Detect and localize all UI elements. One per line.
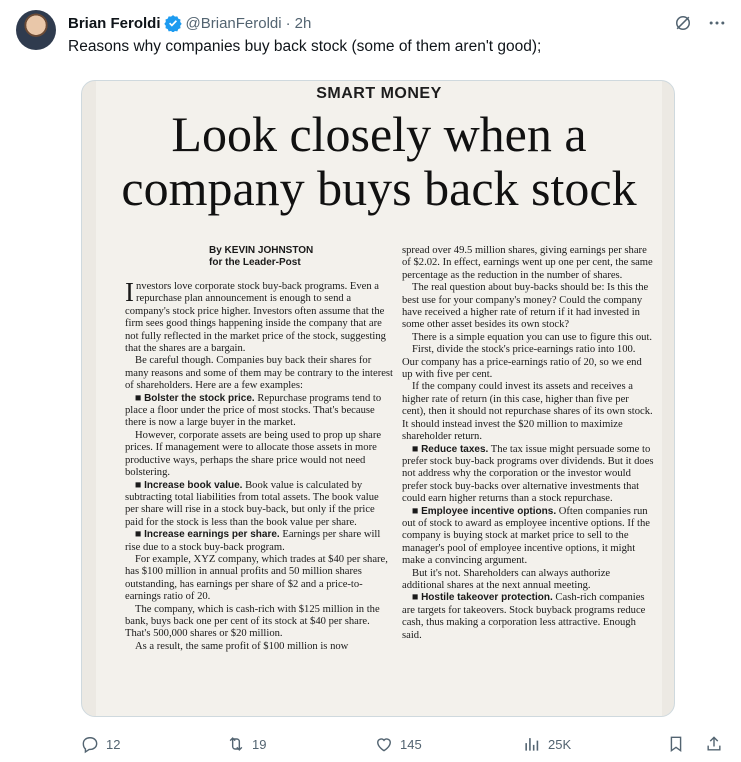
grok-icon[interactable] bbox=[673, 13, 693, 33]
headline-line-2: company buys back stock bbox=[121, 160, 637, 216]
share-button[interactable] bbox=[704, 734, 724, 754]
paragraph: First, divide the stock's price-earnings… bbox=[402, 344, 642, 381]
paragraph: As a result, the same profit of $100 mil… bbox=[135, 640, 349, 652]
paragraph: Be careful though. Companies buy back th… bbox=[125, 355, 393, 392]
like-icon bbox=[377, 738, 391, 752]
paragraph: ■ Reduce taxes. The tax issue might pers… bbox=[402, 443, 654, 505]
paragraph: ■ Increase book value. Book value is cal… bbox=[125, 479, 379, 528]
more-icon[interactable] bbox=[707, 13, 727, 33]
views-icon bbox=[525, 738, 539, 751]
byline: By KEVIN JOHNSTON for the Leader-Post bbox=[125, 245, 393, 269]
like-count: 145 bbox=[400, 736, 422, 752]
paragraph: ■ Bolster the stock price. Repurchase pr… bbox=[125, 392, 382, 429]
reply-button[interactable]: 12 bbox=[80, 734, 120, 754]
share-icon bbox=[707, 736, 721, 751]
headline-line-1: Look closely when a bbox=[171, 106, 587, 162]
avatar[interactable] bbox=[16, 10, 56, 50]
dropcap: I bbox=[125, 277, 134, 307]
reply-count: 12 bbox=[106, 736, 121, 752]
repost-icon bbox=[229, 737, 243, 751]
verified-icon bbox=[163, 15, 182, 32]
byline-author: By KEVIN JOHNSTON bbox=[209, 245, 314, 256]
paragraph: The company, which is cash-rich with $12… bbox=[125, 603, 380, 640]
action-bar: 12 19 145 25K bbox=[68, 734, 727, 758]
paragraph: If the company could invest its assets a… bbox=[402, 381, 653, 443]
tweet-header: Brian Feroldi @BrianFeroldi · 2h bbox=[68, 12, 727, 34]
separator: · bbox=[285, 14, 291, 32]
views-count: 25K bbox=[548, 736, 572, 752]
reply-icon bbox=[82, 737, 98, 754]
paragraph: ■ Hostile takeover protection. Cash-rich… bbox=[402, 592, 646, 641]
article-headline: Look closely when a company buys back st… bbox=[96, 107, 662, 215]
author-handle[interactable]: @BrianFeroldi bbox=[186, 15, 282, 32]
tweet-text: Reasons why companies buy back stock (so… bbox=[68, 38, 542, 55]
paragraph: ■ Increase earnings per share. Earnings … bbox=[125, 529, 381, 553]
author-name[interactable]: Brian Feroldi bbox=[68, 15, 161, 32]
bookmark-button[interactable] bbox=[666, 734, 686, 754]
paragraph: There is a simple equation you can use t… bbox=[412, 331, 653, 343]
paragraph: The real question about buy-backs should… bbox=[402, 282, 649, 331]
paragraph: However, corporate assets are being used… bbox=[125, 429, 382, 479]
like-button[interactable]: 145 bbox=[374, 734, 422, 754]
paragraph: Investors love corporate stock buy-back … bbox=[125, 277, 386, 355]
paragraph: But it's not. Shareholders can always au… bbox=[402, 567, 611, 591]
repost-button[interactable]: 19 bbox=[226, 734, 266, 754]
timestamp[interactable]: 2h bbox=[295, 15, 312, 32]
article-column-right: spread over 49.5 million shares, giving … bbox=[402, 245, 654, 642]
newspaper-clipping: SMART MONEY Look closely when a company … bbox=[96, 81, 662, 716]
byline-publication: for the Leader-Post bbox=[209, 257, 301, 268]
paragraph: For example, XYZ company, which trades a… bbox=[125, 553, 388, 603]
article-column-left: By KEVIN JOHNSTON for the Leader-Post In… bbox=[125, 245, 393, 653]
paragraph: spread over 49.5 million shares, giving … bbox=[402, 245, 653, 281]
views-button[interactable]: 25K bbox=[522, 734, 571, 754]
bookmark-icon bbox=[670, 736, 682, 753]
tweet-image[interactable]: SMART MONEY Look closely when a company … bbox=[81, 80, 675, 717]
repost-count: 19 bbox=[252, 736, 267, 752]
paragraph: ■ Employee incentive options. Often comp… bbox=[402, 505, 651, 567]
section-kicker: SMART MONEY bbox=[316, 85, 442, 102]
